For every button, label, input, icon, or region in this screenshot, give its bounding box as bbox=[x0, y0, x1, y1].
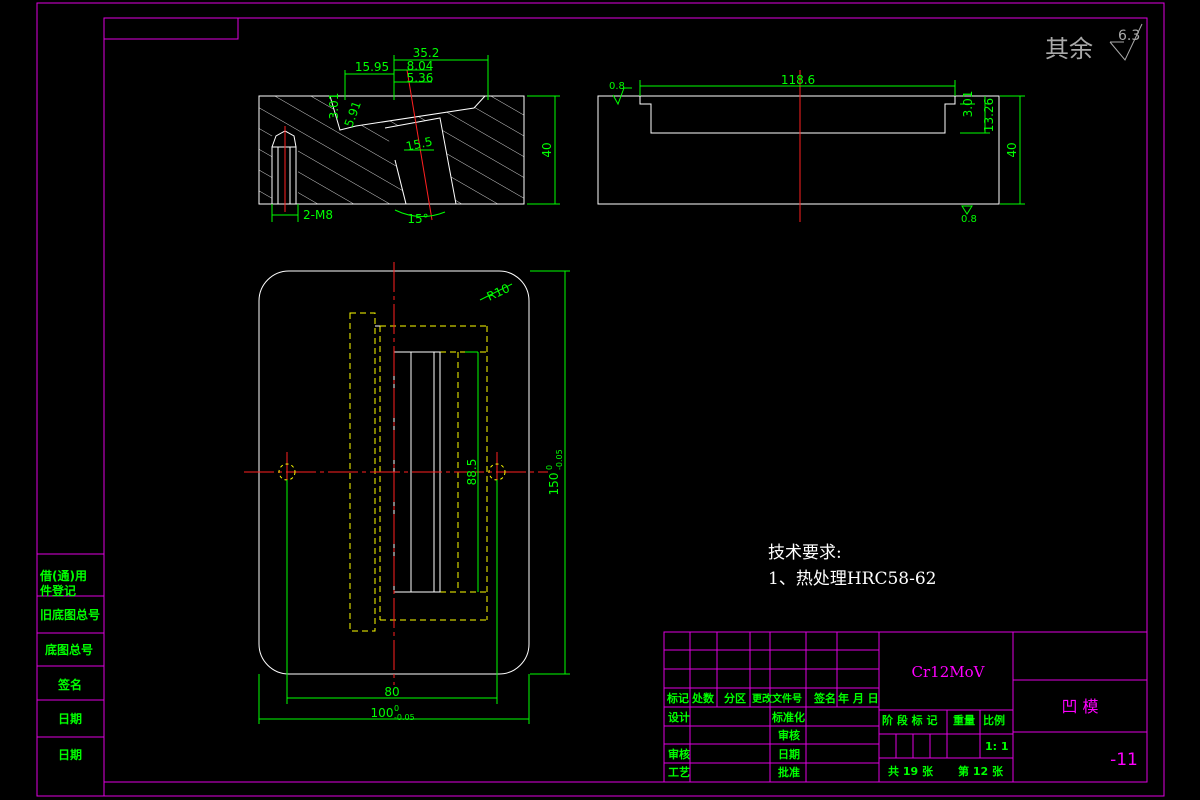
dim-side-3-01: 3.01 bbox=[961, 91, 975, 118]
tb-header-docno: 更改文件号 bbox=[752, 692, 802, 705]
dim-118-6: 118.6 bbox=[781, 73, 815, 87]
side-row-3: 底图总号 bbox=[45, 642, 93, 657]
dim-40-front: 40 bbox=[540, 142, 554, 157]
dim-35-2: 35.2 bbox=[413, 46, 440, 60]
tb-date-label: 日期 bbox=[778, 747, 800, 761]
tb-header-mark: 标记 bbox=[666, 691, 689, 705]
surface-finish-mark: 其余 6.3 bbox=[1045, 23, 1143, 63]
front-view: 35.2 15.95 8.04 5.36 3.01 5.91 15.5 40 2… bbox=[258, 46, 560, 226]
dim-100-tol-upper: 0 bbox=[394, 704, 399, 713]
top-view: R10 88.5 150 0 -0.05 80 100 0 -0.05 bbox=[244, 262, 570, 724]
surface-finish-value: 6.3 bbox=[1118, 28, 1140, 44]
tb-sheet-no: 第 12 张 bbox=[958, 764, 1004, 778]
title-block: 标记 处数 分区 更改文件号 签名 年 月 日 设计 标准化 审核 审核 日期 … bbox=[663, 631, 1148, 783]
dim-80: 80 bbox=[384, 685, 399, 699]
dim-150-tol-upper: 0 bbox=[545, 465, 554, 470]
dim-5-36: 5.36 bbox=[407, 71, 434, 85]
side-row-4: 签名 bbox=[57, 677, 82, 692]
side-row-1b: 件登记 bbox=[40, 583, 76, 598]
tb-weight-header: 重量 bbox=[953, 713, 975, 727]
tb-scale-header: 比例 bbox=[983, 713, 1005, 727]
tb-header-zone: 分区 bbox=[724, 691, 746, 705]
tech-item-1: 1、热处理HRC58-62 bbox=[768, 569, 936, 589]
roughness-bottom: 0.8 bbox=[961, 214, 977, 225]
dim-r10: R10 bbox=[485, 281, 512, 304]
tb-material: Cr12MoV bbox=[912, 663, 986, 681]
surface-finish-label: 其余 bbox=[1045, 35, 1093, 63]
tb-header-count: 处数 bbox=[691, 691, 715, 705]
side-row-1a: 借(通)用 bbox=[39, 568, 87, 583]
cad-drawing: 其余 6.3 35.2 15.95 8.04 5.36 3.01 5.91 15… bbox=[36, 2, 1165, 797]
dim-13-26: 13.26 bbox=[982, 98, 996, 132]
roughness-top: 0.8 bbox=[609, 81, 625, 92]
side-view: 118.6 3.01 13.26 40 0.8 0.8 bbox=[597, 70, 1025, 225]
tb-check: 审核 bbox=[778, 728, 800, 742]
tb-standardize: 标准化 bbox=[771, 710, 805, 724]
tb-review: 审核 bbox=[668, 747, 690, 761]
side-row-5: 日期 bbox=[58, 711, 82, 726]
tb-part-name: 凹 模 bbox=[1061, 697, 1098, 716]
dim-40-side: 40 bbox=[1005, 142, 1019, 157]
side-row-6: 日期 bbox=[58, 747, 82, 762]
side-table: 借(通)用 件登记 旧底图总号 底图总号 签名 日期 日期 bbox=[36, 553, 105, 797]
tb-header-sign: 签名 bbox=[813, 691, 836, 705]
dim-150: 150 bbox=[547, 473, 561, 496]
tb-drawing-no: -11 bbox=[1110, 750, 1138, 770]
tech-heading: 技术要求: bbox=[768, 543, 842, 563]
dim-150-tol-lower: -0.05 bbox=[555, 449, 564, 470]
tb-scale: 1: 1 bbox=[985, 740, 1009, 753]
dim-thread: 2-M8 bbox=[303, 208, 333, 222]
dim-88-5: 88.5 bbox=[465, 459, 479, 486]
dim-15-95: 15.95 bbox=[355, 60, 389, 74]
tb-approve: 批准 bbox=[778, 765, 800, 779]
tb-process: 工艺 bbox=[668, 765, 690, 779]
tb-total-sheets: 共 19 张 bbox=[888, 764, 934, 778]
dim-100: 100 bbox=[371, 706, 394, 720]
tb-stage-header: 阶 段 标 记 bbox=[882, 713, 938, 727]
dim-100-tol-lower: -0.05 bbox=[394, 713, 415, 722]
tb-design: 设计 bbox=[668, 710, 690, 724]
tb-header-date: 年 月 日 bbox=[838, 691, 879, 705]
side-row-2: 旧底图总号 bbox=[40, 607, 100, 622]
tech-requirements: 技术要求: 1、热处理HRC58-62 bbox=[768, 543, 936, 589]
dim-angle: 15° bbox=[407, 212, 428, 226]
dim-3-01: 3.01 bbox=[327, 93, 341, 120]
